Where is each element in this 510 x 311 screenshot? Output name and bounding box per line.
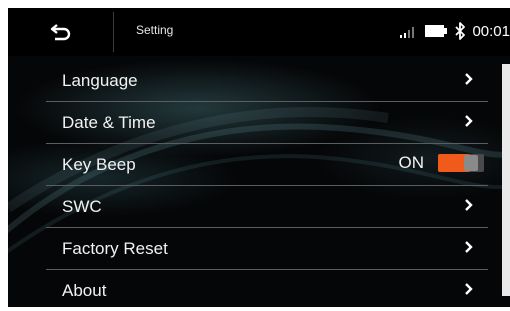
- menu-item-swc[interactable]: SWC: [46, 186, 488, 228]
- menu-item-language[interactable]: Language: [46, 60, 488, 102]
- signal-icon: [400, 27, 415, 38]
- key-beep-toggle[interactable]: [438, 154, 484, 172]
- bluetooth-icon: [455, 22, 466, 40]
- key-beep-toggle-group: ON: [398, 153, 484, 173]
- menu-item-label: About: [62, 280, 107, 300]
- menu-item-factory-reset[interactable]: Factory Reset: [46, 228, 488, 270]
- back-button[interactable]: [8, 8, 113, 56]
- menu-item-label: Date & Time: [62, 112, 156, 132]
- settings-list: Language Date & Time Key Beep ON SWC Fac…: [46, 60, 488, 307]
- menu-item-label: Factory Reset: [62, 238, 168, 258]
- chevron-right-icon: [465, 283, 473, 295]
- status-bar: Setting 00:01: [8, 8, 510, 56]
- settings-screen: Setting 00:01 Language Date & Time Key B…: [8, 8, 510, 307]
- menu-item-label: Language: [62, 70, 138, 90]
- clock-time: 00:01: [472, 22, 510, 40]
- chevron-right-icon: [465, 115, 473, 127]
- toggle-state-text: ON: [398, 153, 425, 172]
- menu-item-label: Key Beep: [62, 154, 136, 174]
- chevron-right-icon: [465, 73, 473, 85]
- toggle-knob: [464, 155, 478, 171]
- menu-item-date-time[interactable]: Date & Time: [46, 102, 488, 144]
- chevron-right-icon: [465, 241, 473, 253]
- back-arrow-icon: [50, 24, 70, 41]
- menu-item-about[interactable]: About: [46, 270, 488, 307]
- header-divider: [113, 12, 114, 52]
- status-icons: 00:01: [398, 18, 510, 44]
- chevron-right-icon: [465, 199, 473, 211]
- battery-icon: [425, 25, 448, 37]
- scrollbar[interactable]: [502, 64, 510, 296]
- menu-item-label: SWC: [62, 196, 102, 216]
- menu-item-key-beep[interactable]: Key Beep ON: [46, 144, 488, 186]
- page-title: Setting: [136, 23, 174, 37]
